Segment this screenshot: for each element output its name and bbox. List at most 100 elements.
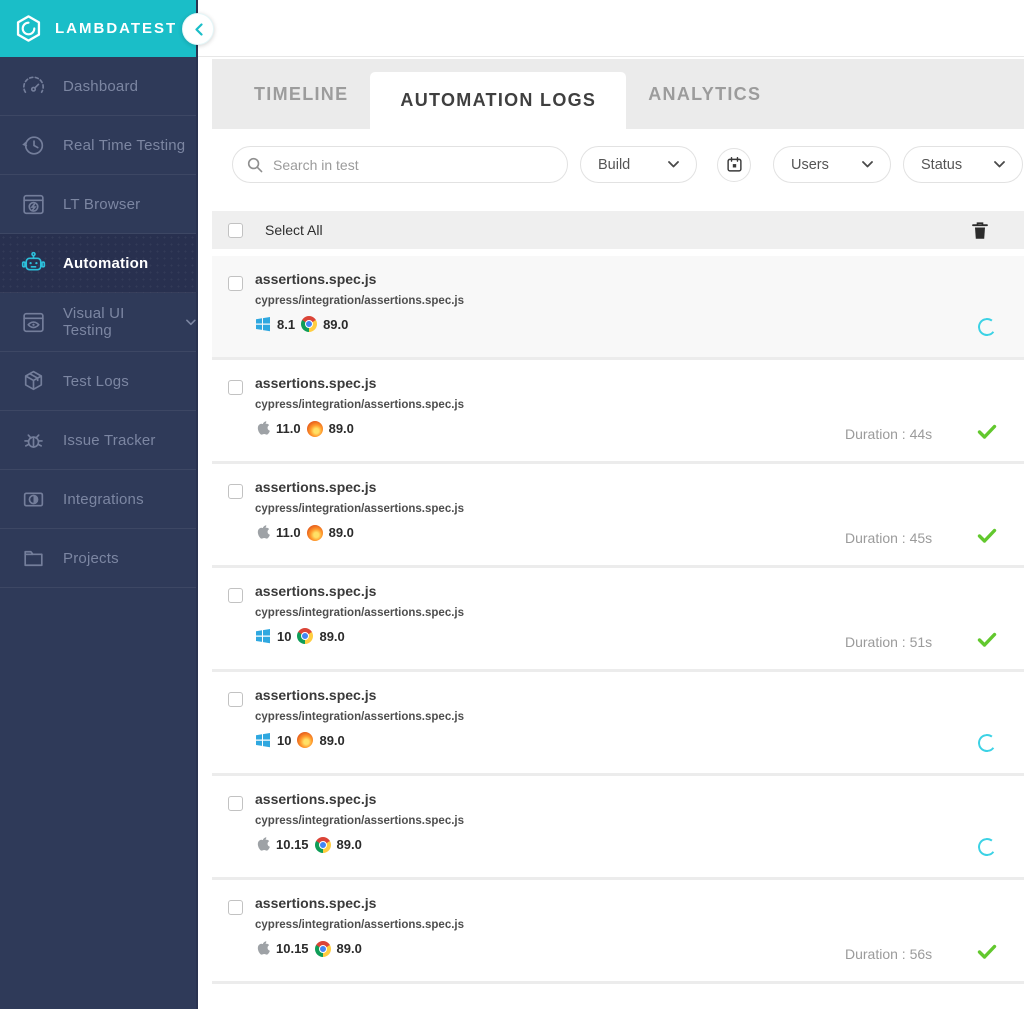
users-dropdown-label: Users <box>791 156 829 173</box>
sidebar-item-label: Integrations <box>63 490 144 508</box>
sidebar-item-label: Projects <box>63 549 119 567</box>
browser-version: 89.0 <box>328 421 354 436</box>
firefox-icon <box>297 732 314 748</box>
browser-version: 89.0 <box>336 837 362 852</box>
visual-ui-eye-icon <box>23 312 44 332</box>
row-checkbox[interactable] <box>228 484 243 499</box>
filter-bar: Build Users Status <box>212 129 1024 200</box>
test-title: assertions.spec.js <box>255 271 377 287</box>
top-bar <box>198 0 1024 57</box>
test-path: cypress/integration/assertions.spec.js <box>255 503 465 515</box>
chrome-icon <box>301 316 318 332</box>
sidebar-item-label: Dashboard <box>63 77 139 95</box>
tab-timeline[interactable]: TIMELINE <box>232 59 370 129</box>
test-row[interactable]: assertions.spec.js cypress/integration/a… <box>212 776 1024 880</box>
firefox-icon <box>306 524 323 541</box>
main-content: TIMELINE AUTOMATION LOGS ANALYTICS Build… <box>212 59 1024 1009</box>
chevron-down-icon <box>668 161 679 168</box>
os-version: 11.0 <box>276 421 301 436</box>
apple-icon <box>257 837 270 851</box>
select-all-checkbox[interactable] <box>228 222 243 238</box>
test-row[interactable]: assertions.spec.js cypress/integration/a… <box>212 464 1024 568</box>
sidebar-item-label: Test Logs <box>63 372 130 390</box>
row-checkbox[interactable] <box>228 276 243 291</box>
os-version: 10.15 <box>276 837 309 852</box>
apple-icon <box>257 421 270 435</box>
row-checkbox[interactable] <box>228 796 243 811</box>
row-checkbox[interactable] <box>228 900 243 915</box>
projects-folder-icon <box>24 550 43 566</box>
brand-name: LAMBDATEST <box>55 20 178 37</box>
chrome-icon <box>314 940 331 957</box>
users-dropdown[interactable]: Users <box>773 146 891 183</box>
status-running-icon <box>976 836 998 858</box>
test-row[interactable]: assertions.spec.js cypress/integration/a… <box>212 360 1024 464</box>
windows-icon <box>256 629 270 644</box>
search-input[interactable] <box>273 156 553 173</box>
status-dropdown[interactable]: Status <box>903 146 1023 183</box>
status-passed-icon <box>977 424 997 439</box>
build-dropdown-label: Build <box>598 156 631 173</box>
sidebar-item-issue-tracker[interactable]: Issue Tracker <box>0 411 196 470</box>
select-all-bar: Select All <box>212 211 1024 249</box>
sidebar-item-projects[interactable]: Projects <box>0 529 196 588</box>
chevron-down-icon <box>186 318 196 325</box>
sidebar-item-real-time-testing[interactable]: Real Time Testing <box>0 116 196 175</box>
browser-version: 89.0 <box>323 316 349 332</box>
build-dropdown[interactable]: Build <box>580 146 697 183</box>
tab-analytics[interactable]: ANALYTICS <box>626 59 783 129</box>
delete-trash-icon[interactable] <box>972 221 988 240</box>
os-version: 10.15 <box>276 941 309 956</box>
lt-browser-icon <box>23 194 44 214</box>
test-path: cypress/integration/assertions.spec.js <box>255 607 465 619</box>
row-checkbox[interactable] <box>228 588 243 603</box>
calendar-icon <box>726 156 742 172</box>
sidebar-collapse-button[interactable] <box>182 13 214 45</box>
chrome-icon <box>314 836 331 853</box>
select-all-label: Select All <box>265 222 323 238</box>
chevron-left-icon <box>194 22 203 36</box>
test-row[interactable]: assertions.spec.js cypress/integration/a… <box>212 568 1024 672</box>
status-dropdown-label: Status <box>921 156 963 173</box>
calendar-button[interactable] <box>717 147 751 182</box>
status-running-icon <box>976 316 998 338</box>
os-version: 10 <box>277 732 292 748</box>
test-list: assertions.spec.js cypress/integration/a… <box>212 256 1024 984</box>
apple-icon <box>257 941 270 955</box>
test-path: cypress/integration/assertions.spec.js <box>255 295 465 307</box>
duration-label: Duration : 45s <box>845 530 933 546</box>
sidebar-item-dashboard[interactable]: Dashboard <box>0 57 196 116</box>
issue-bug-icon <box>24 433 43 448</box>
sidebar-item-lt-browser[interactable]: LT Browser <box>0 175 196 234</box>
duration-label: Duration : 56s <box>845 946 933 962</box>
sidebar-item-visual-ui-testing[interactable]: Visual UI Testing <box>0 293 196 352</box>
test-path: cypress/integration/assertions.spec.js <box>255 919 465 931</box>
test-title: assertions.spec.js <box>255 479 377 495</box>
sidebar-item-integrations[interactable]: Integrations <box>0 470 196 529</box>
test-title: assertions.spec.js <box>255 895 377 911</box>
sidebar-item-test-logs[interactable]: Test Logs <box>0 352 196 411</box>
browser-version: 89.0 <box>319 732 345 748</box>
test-title: assertions.spec.js <box>255 687 377 703</box>
dashboard-gauge-icon <box>23 76 44 93</box>
tab-automation-logs[interactable]: AUTOMATION LOGS <box>370 72 627 129</box>
test-row[interactable]: assertions.spec.js cypress/integration/a… <box>212 672 1024 776</box>
test-row[interactable]: assertions.spec.js cypress/integration/a… <box>212 256 1024 360</box>
row-checkbox[interactable] <box>228 380 243 395</box>
test-title: assertions.spec.js <box>255 375 377 391</box>
test-path: cypress/integration/assertions.spec.js <box>255 815 465 827</box>
browser-version: 89.0 <box>336 941 362 956</box>
sidebar-item-label: Automation <box>63 254 149 272</box>
tab-bar: TIMELINE AUTOMATION LOGS ANALYTICS <box>212 59 1024 129</box>
sidebar: LAMBDATEST Dashboard Real Time Testing L… <box>0 0 198 1009</box>
apple-icon <box>257 525 270 539</box>
sidebar-item-automation[interactable]: Automation <box>0 234 196 293</box>
row-checkbox[interactable] <box>228 692 243 707</box>
lambdatest-logo-icon <box>16 15 41 42</box>
sidebar-nav: Dashboard Real Time Testing LT Browser A… <box>0 57 196 588</box>
test-path: cypress/integration/assertions.spec.js <box>255 399 465 411</box>
sidebar-item-label: Visual UI Testing <box>63 305 125 339</box>
brand-header: LAMBDATEST <box>0 0 196 57</box>
os-version: 10 <box>277 628 292 644</box>
test-row[interactable]: assertions.spec.js cypress/integration/a… <box>212 880 1024 984</box>
